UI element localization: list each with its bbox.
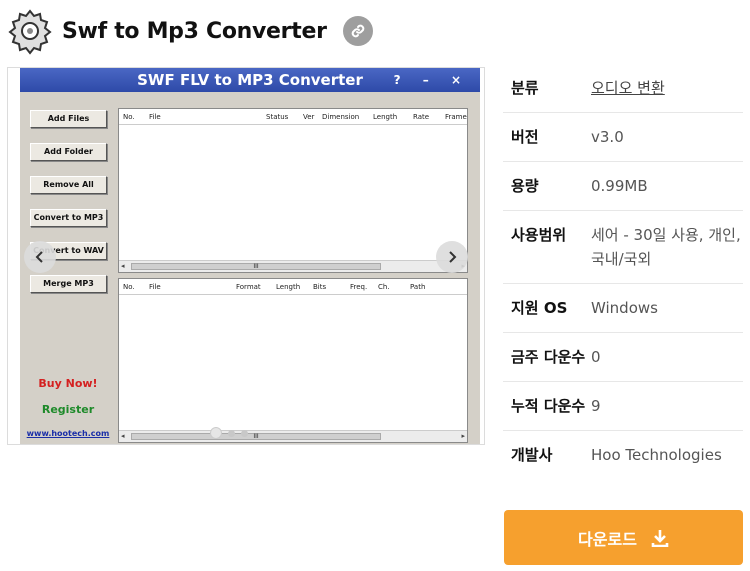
- info-row-size: 용량 0.99MB: [503, 162, 743, 211]
- window-controls: ? – ×: [393, 73, 470, 87]
- copy-link-button[interactable]: [342, 16, 373, 46]
- info-key: 지원 OS: [511, 299, 568, 317]
- window-title: SWF FLV to MP3 Converter: [137, 71, 363, 89]
- remove-all-button: Remove All: [30, 176, 107, 194]
- gallery-dot-2[interactable]: [228, 429, 235, 437]
- col-status: Status: [266, 113, 289, 121]
- link-icon: [351, 24, 364, 38]
- col-length: Length: [373, 113, 398, 121]
- info-row-total-downloads: 누적 다운수 9: [503, 382, 743, 431]
- gear-logo-icon: [8, 9, 52, 55]
- col-length: Length: [276, 283, 301, 291]
- info-value: Hoo Technologies: [591, 446, 722, 464]
- app-header: Swf to Mp3 Converter: [6, 6, 373, 56]
- info-key: 버전: [511, 128, 539, 146]
- scroll-thumb: III: [131, 263, 381, 270]
- info-row-os: 지원 OS Windows: [503, 284, 743, 333]
- gallery-dot-1[interactable]: [210, 427, 222, 439]
- gallery-dot-3[interactable]: [241, 429, 248, 437]
- col-file: File: [149, 113, 161, 121]
- gallery-pagination: [210, 427, 270, 439]
- info-value: v3.0: [591, 128, 624, 146]
- download-icon: [651, 529, 669, 547]
- window-titlebar: SWF FLV to MP3 Converter ? – ×: [20, 68, 480, 92]
- info-key: 개발사: [511, 446, 553, 464]
- register-link: Register: [41, 403, 95, 416]
- info-key: 누적 다운수: [511, 397, 586, 415]
- download-label: 다운로드: [578, 529, 637, 549]
- info-value: 9: [591, 397, 601, 415]
- download-button[interactable]: 다운로드: [504, 510, 743, 565]
- category-link[interactable]: 오디오 변환: [591, 76, 665, 100]
- add-folder-button: Add Folder: [30, 143, 107, 161]
- output-files-list: No. File Format Length Bits Freq. Ch. Pa…: [118, 278, 468, 443]
- gallery-prev-button[interactable]: [24, 241, 56, 273]
- col-bits: Bits: [313, 283, 327, 291]
- software-info-table: 분류 오디오 변환 버전 v3.0 용량 0.99MB 사용범위 세어 - 30…: [503, 64, 743, 479]
- merge-mp3-button: Merge MP3: [30, 275, 107, 293]
- col-no: No.: [123, 113, 135, 121]
- info-key: 용량: [511, 177, 539, 195]
- col-no: No.: [123, 283, 135, 291]
- info-value: 0: [591, 348, 601, 366]
- info-value: 세어 - 30일 사용, 개인, 국내/국외: [591, 226, 741, 268]
- col-format: Format: [236, 283, 261, 291]
- info-key: 금주 다운수: [511, 348, 586, 366]
- col-ch: Ch.: [378, 283, 390, 291]
- col-frame: Frame: [445, 113, 467, 121]
- chevron-right-icon: [449, 251, 457, 263]
- col-file: File: [149, 283, 161, 291]
- convert-to-mp3-button: Convert to MP3: [30, 209, 107, 227]
- info-value: Windows: [591, 299, 658, 317]
- source-column-headers: No. File Status Ver Dimension Length Rat…: [119, 109, 467, 125]
- info-row-category: 분류 오디오 변환: [503, 64, 743, 113]
- col-dimension: Dimension: [322, 113, 360, 121]
- col-freq: Freq.: [350, 283, 368, 291]
- info-key: 사용범위: [511, 226, 567, 244]
- info-row-version: 버전 v3.0: [503, 113, 743, 162]
- info-value: 0.99MB: [591, 177, 648, 195]
- info-row-license: 사용범위 세어 - 30일 사용, 개인, 국내/국외: [503, 211, 743, 284]
- website-link: www.hootech.com: [26, 429, 110, 438]
- app-screenshot: SWF FLV to MP3 Converter ? – × Add Files…: [20, 68, 480, 444]
- chevron-left-icon: [35, 251, 43, 263]
- source-files-list: No. File Status Ver Dimension Length Rat…: [118, 108, 468, 273]
- info-row-developer: 개발사 Hoo Technologies: [503, 431, 743, 479]
- gallery-next-button[interactable]: [436, 241, 468, 273]
- screenshot-gallery: SWF FLV to MP3 Converter ? – × Add Files…: [7, 67, 485, 445]
- output-hscrollbar: ◂ III ▸: [119, 430, 467, 442]
- app-title: Swf to Mp3 Converter: [62, 18, 327, 44]
- col-rate: Rate: [413, 113, 430, 121]
- info-row-weekly-downloads: 금주 다운수 0: [503, 333, 743, 382]
- col-path: Path: [410, 283, 426, 291]
- buy-now-link: Buy Now!: [38, 377, 98, 390]
- output-column-headers: No. File Format Length Bits Freq. Ch. Pa…: [119, 279, 467, 295]
- col-ver: Ver: [303, 113, 315, 121]
- add-files-button: Add Files: [30, 110, 107, 128]
- source-hscrollbar: ◂ III ▸: [119, 260, 467, 272]
- info-key: 분류: [511, 79, 539, 97]
